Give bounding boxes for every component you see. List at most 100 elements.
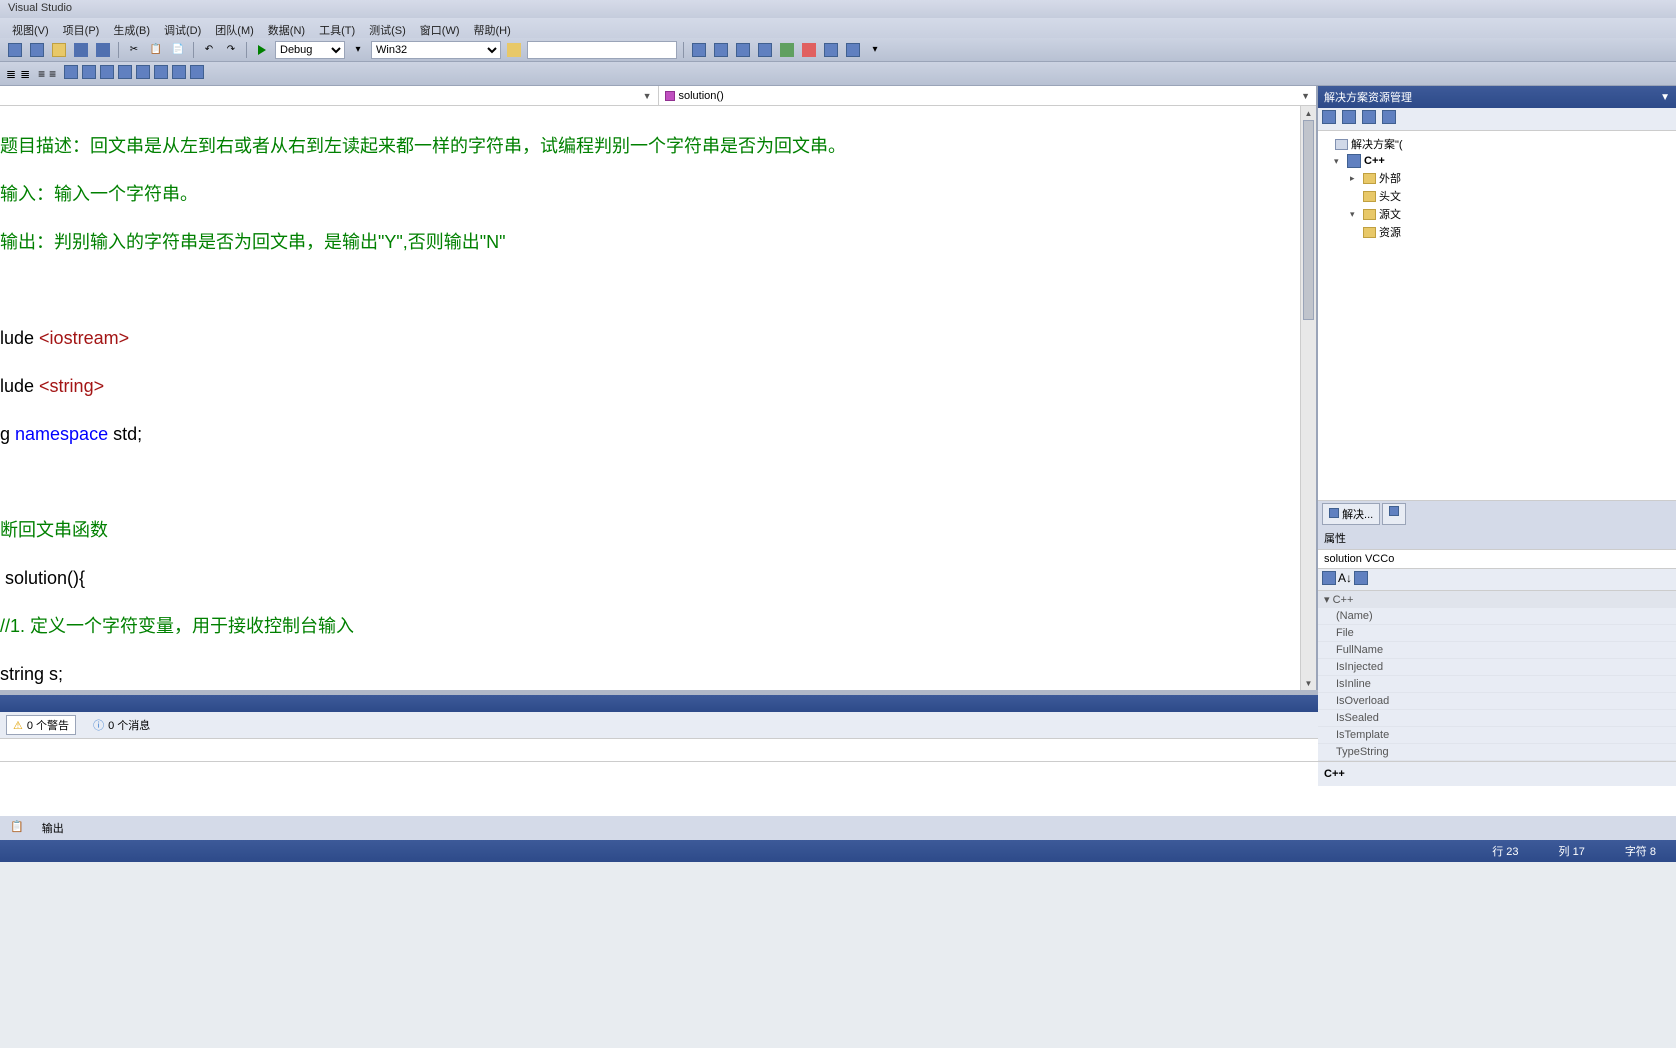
project-icon <box>1347 154 1361 168</box>
tree-solution-root[interactable]: 解决方案"( <box>1320 135 1674 153</box>
props-row: IsInjected <box>1318 659 1676 676</box>
tool-icon-3[interactable] <box>734 41 752 59</box>
menu-project[interactable]: 项目(P) <box>57 20 106 36</box>
other-tab[interactable] <box>1382 503 1406 525</box>
folder-icon <box>1363 173 1376 184</box>
properties-grid[interactable]: ▾ C++ (Name) File FullName IsInjected Is… <box>1318 591 1676 761</box>
tool-icon-2[interactable] <box>712 41 730 59</box>
cut-icon[interactable]: ✂ <box>125 41 143 59</box>
menu-tools[interactable]: 工具(T) <box>313 20 361 36</box>
redo-icon[interactable]: ↷ <box>222 41 240 59</box>
view-code-icon[interactable] <box>1382 110 1400 128</box>
menu-help[interactable]: 帮助(H) <box>468 20 517 36</box>
tool-icon-5[interactable] <box>778 41 796 59</box>
member-name: solution() <box>679 90 724 102</box>
new-project-icon[interactable] <box>6 41 24 59</box>
tree-resources[interactable]: 资源 <box>1320 223 1674 241</box>
categorized-icon[interactable] <box>1322 571 1336 588</box>
status-line: 行 23 <box>1492 843 1518 859</box>
save-all-icon[interactable] <box>94 41 112 59</box>
tool-icon-7[interactable] <box>822 41 840 59</box>
platform-dropdown[interactable]: Win32 <box>371 41 501 59</box>
add-item-icon[interactable] <box>28 41 46 59</box>
find-input[interactable] <box>527 41 677 59</box>
method-icon <box>665 91 675 101</box>
save-icon[interactable] <box>72 41 90 59</box>
menu-test[interactable]: 测试(S) <box>363 20 412 36</box>
bookmark-clear-icon[interactable] <box>118 65 132 82</box>
properties-object[interactable]: solution VCCo <box>1318 550 1676 569</box>
copy-icon[interactable]: 📋 <box>147 41 165 59</box>
messages-filter[interactable]: ⓘ0 个消息 <box>86 715 157 735</box>
solution-icon <box>1335 139 1348 150</box>
find-icon[interactable] <box>505 41 523 59</box>
props-row: File <box>1318 625 1676 642</box>
tool-icon-8[interactable] <box>844 41 862 59</box>
menu-data[interactable]: 数据(N) <box>262 20 311 36</box>
props-row: TypeString <box>1318 744 1676 761</box>
chevron-down-icon[interactable]: ▾ <box>349 41 367 59</box>
undo-icon[interactable]: ↶ <box>200 41 218 59</box>
solution-tree[interactable]: 解决方案"( ▾C++ ▸外部 头文 ▾源文 资源 <box>1318 131 1676 501</box>
standard-toolbar: ✂ 📋 📄 ↶ ↷ Debug ▾ Win32 ▾ <box>0 38 1676 62</box>
menu-view[interactable]: 视图(V) <box>6 20 55 36</box>
uncomment-icon[interactable]: ≡ <box>49 67 56 81</box>
comment-icon[interactable]: ≡ <box>38 67 45 81</box>
tool-icon-4[interactable] <box>756 41 774 59</box>
vertical-splitter[interactable] <box>1312 86 1318 690</box>
bookmark-next-icon[interactable] <box>100 65 114 82</box>
title-bar: Visual Studio <box>0 0 1676 18</box>
chevron-down-icon: ▼ <box>1301 91 1310 101</box>
menu-build[interactable]: 生成(B) <box>107 20 156 36</box>
tree-project[interactable]: ▾C++ <box>1320 153 1674 169</box>
props-category[interactable]: ▾ C++ <box>1318 591 1676 608</box>
open-icon[interactable] <box>50 41 68 59</box>
scope-dropdown[interactable]: ▼ <box>0 86 659 105</box>
format-icon-4[interactable] <box>190 65 204 82</box>
start-debug-icon[interactable] <box>253 41 271 59</box>
solution-tab[interactable]: 解决... <box>1322 503 1380 525</box>
menu-window[interactable]: 窗口(W) <box>414 20 466 36</box>
format-icon-2[interactable] <box>154 65 168 82</box>
member-dropdown[interactable]: solution() ▼ <box>659 86 1317 105</box>
format-icon-1[interactable] <box>136 65 150 82</box>
code-content[interactable]: 题目描述：回文串是从左到右或者从右到左读起来都一样的字符串，试编程判别一个字符串… <box>0 106 1316 690</box>
bookmark-prev-icon[interactable] <box>82 65 96 82</box>
menu-debug[interactable]: 调试(D) <box>158 20 207 36</box>
format-icon-3[interactable] <box>172 65 186 82</box>
separator <box>246 42 247 58</box>
indent-icon[interactable]: ≣ <box>6 67 16 81</box>
show-all-icon[interactable] <box>1342 110 1360 128</box>
tool-icon-1[interactable] <box>690 41 708 59</box>
folder-icon <box>1363 191 1376 202</box>
props-row: IsOverload <box>1318 693 1676 710</box>
paste-icon[interactable]: 📄 <box>169 41 187 59</box>
tab-icon <box>1389 506 1399 516</box>
tree-source[interactable]: ▾源文 <box>1320 205 1674 223</box>
properties-icon[interactable] <box>1322 110 1340 128</box>
error-list-tab[interactable]: 📋 <box>4 818 30 838</box>
props-row: IsInline <box>1318 676 1676 693</box>
chevron-down-icon[interactable]: ▼ <box>1660 92 1670 103</box>
tree-external[interactable]: ▸外部 <box>1320 169 1674 187</box>
chevron-down-icon[interactable]: ▾ <box>866 41 884 59</box>
tool-icon-6[interactable] <box>800 41 818 59</box>
solution-explorer: 解决方案资源管理 ▼ 解决方案"( ▾C++ ▸外部 头文 ▾源文 资源 解决.… <box>1318 86 1676 527</box>
properties-panel: 属性 solution VCCo A↓ ▾ C++ (Name) File Fu… <box>1318 527 1676 786</box>
config-dropdown[interactable]: Debug <box>275 41 345 59</box>
separator <box>193 42 194 58</box>
app-title: Visual Studio <box>8 2 72 14</box>
code-editor[interactable]: ▼ solution() ▼ 题目描述：回文串是从左到右或者从右到左读起来都一样… <box>0 86 1316 690</box>
output-tab[interactable]: 输出 <box>36 818 70 838</box>
bookmark-icon[interactable] <box>64 65 78 82</box>
outdent-icon[interactable]: ≣ <box>20 67 30 81</box>
tree-headers[interactable]: 头文 <box>1320 187 1674 205</box>
refresh-icon[interactable] <box>1362 110 1380 128</box>
text-editor-toolbar: ≣ ≣ ≡ ≡ <box>0 62 1676 86</box>
props-icon[interactable] <box>1354 571 1368 588</box>
menu-team[interactable]: 团队(M) <box>209 20 260 36</box>
status-column: 列 17 <box>1559 843 1585 859</box>
warnings-filter[interactable]: ⚠0 个警告 <box>6 715 76 735</box>
separator <box>683 42 684 58</box>
alphabetical-icon[interactable]: A↓ <box>1338 571 1352 588</box>
